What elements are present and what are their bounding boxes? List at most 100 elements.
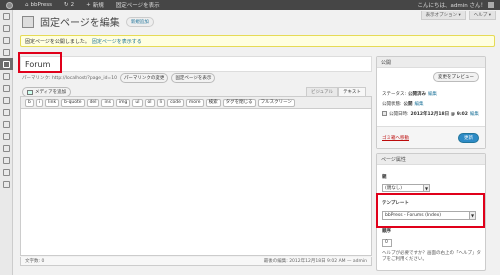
updates-icon: ↻ (63, 2, 69, 8)
add-media-icon (27, 89, 33, 95)
menu-appearance[interactable] (0, 118, 13, 130)
menu-pages[interactable] (0, 58, 13, 70)
screen-meta-links: 表示オプション ▾ ヘルプ ▾ (420, 11, 496, 20)
status-value: 公開済み (408, 92, 427, 97)
menu-settings[interactable] (0, 166, 13, 178)
page-title: 固定ページを編集 (40, 18, 120, 29)
menu-comments[interactable] (0, 70, 13, 82)
visibility-edit-link[interactable]: 編集 (415, 101, 424, 107)
permalink-view-button[interactable]: 固定ページを表示 (171, 73, 216, 83)
help-button[interactable]: ヘルプ ▾ (468, 11, 496, 20)
dashboard-icon (3, 12, 10, 20)
notice-text: 固定ページを公開しました。 (25, 38, 90, 45)
menu-plugins[interactable] (0, 130, 13, 142)
publish-box-heading[interactable]: 公開 (377, 57, 485, 68)
plugins-icon (3, 132, 10, 140)
date-row: 公開日時: 2012年12月18日 @ 9:02 編集 (382, 111, 479, 117)
content-editor[interactable]: b i link b-quote del ins img ul ol li code more 検索 タグ… (20, 96, 372, 256)
links-icon (3, 48, 10, 56)
editor-status-bar: 文字数: 0 最後の編集: 2012年12月18日 9:02 AM — admi… (20, 257, 372, 266)
last-edited: 最後の編集: 2012年12月18日 9:02 AM — admin (263, 259, 367, 264)
quicktag-button[interactable]: フルスクリーン (257, 98, 295, 107)
title-input[interactable]: Forum (20, 56, 372, 72)
quicktag-button[interactable]: ins (101, 98, 114, 107)
quicktag-button[interactable]: i (35, 98, 44, 107)
menu-dashboard[interactable] (0, 10, 13, 22)
notice-view-link[interactable]: 固定ページを表示する (92, 38, 142, 45)
visibility-value: 公開 (403, 102, 413, 107)
quicktag-button[interactable]: link (45, 98, 60, 107)
word-count: 文字数: 0 (25, 259, 45, 264)
date-edit-link[interactable]: 編集 (470, 111, 479, 117)
menu-tools[interactable] (0, 154, 13, 166)
quicktag-button[interactable]: b-quote (61, 98, 85, 107)
parent-label: 親 (382, 175, 387, 180)
status-row: ステータス: 公開済み 編集 (382, 91, 437, 97)
menu-media[interactable] (0, 34, 13, 46)
menu-forums[interactable] (0, 82, 13, 94)
preview-changes-button[interactable]: 変更をプレビュー (433, 72, 479, 82)
quicktag-button[interactable]: more (185, 98, 204, 107)
admin-sidebar (0, 10, 13, 275)
wp-logo-menu[interactable] (0, 0, 19, 10)
permalink-row: パーマリンク: http://localhost/?page_id=10 パーマ… (22, 73, 216, 83)
parent-select[interactable]: (親なし) ▼ (382, 184, 430, 192)
publish-box: 公開 変更をプレビュー ステータス: 公開済み 編集 公開状態: 公開 編集 公… (376, 56, 486, 149)
menu-replies[interactable] (0, 106, 13, 118)
pages-icon (3, 60, 10, 68)
update-button[interactable]: 更新 (458, 133, 479, 143)
status-edit-link[interactable]: 編集 (428, 91, 437, 97)
greeting: こんにちは、admin さん！ (417, 3, 486, 9)
new-content-menu[interactable]: + 新規 (80, 0, 110, 10)
quicktag-button[interactable]: ul (132, 98, 143, 107)
parent-select-value: (親なし) (385, 186, 403, 191)
quicktag-button[interactable]: li (156, 98, 166, 107)
menu-posts[interactable] (0, 22, 13, 34)
move-to-trash-link[interactable]: ゴミ箱へ移動 (382, 135, 409, 141)
tools-icon (3, 156, 10, 164)
plus-icon: + (86, 2, 91, 8)
users-icon (3, 144, 10, 152)
add-media-label: メディアを追加 (35, 90, 67, 95)
view-page-link[interactable]: 固定ページを表示 (110, 0, 166, 10)
quicktag-button[interactable]: タグを閉じる (222, 98, 256, 107)
posts-icon (3, 24, 10, 32)
quicktag-button[interactable]: del (86, 98, 100, 107)
page-heading: 固定ページを編集 新規追加 (22, 14, 154, 29)
page-attributes-heading[interactable]: ページ属性 (377, 154, 485, 165)
permalink-edit-button[interactable]: パーマリンクの変更 (119, 73, 169, 83)
comments-link[interactable]: ↻ 2 (58, 0, 80, 10)
template-label: テンプレート (382, 201, 409, 206)
menu-topics[interactable] (0, 94, 13, 106)
template-select[interactable]: bbPress - Forums (Index) ▼ (382, 211, 476, 220)
admin-bar: ⌂ bbPress ↻ 2 + 新規 固定ページを表示 こんにちは、admin … (0, 0, 500, 10)
comments-count: 2 (70, 2, 75, 8)
attributes-help-text: ヘルプが必要ですか？画面の右上の「ヘルプ」タブをご利用ください。 (382, 251, 481, 262)
site-name-link[interactable]: ⌂ bbPress (19, 0, 58, 10)
quicktag-button[interactable]: code (167, 98, 184, 107)
screen-options-button[interactable]: 表示オプション ▾ (420, 11, 466, 20)
quicktag-button[interactable]: b (25, 98, 34, 107)
my-account-menu[interactable]: こんにちは、admin さん！ (412, 0, 500, 10)
menu-collapse[interactable] (0, 178, 13, 190)
date-value: 2012年12月18日 @ 9:02 (410, 112, 468, 117)
quicktag-button[interactable]: 検索 (205, 98, 221, 107)
menu-links[interactable] (0, 46, 13, 58)
quicktag-button[interactable]: ol (144, 98, 155, 107)
media-icon (3, 36, 10, 44)
add-new-button[interactable]: 新規追加 (125, 16, 154, 27)
new-content-label: 新規 (92, 3, 104, 9)
menu-users[interactable] (0, 142, 13, 154)
calendar-icon (382, 111, 387, 116)
quicktag-button[interactable]: img (115, 98, 131, 107)
order-label: 順序 (382, 229, 391, 234)
order-input[interactable]: 0 (382, 239, 392, 247)
permalink-text: パーマリンク: http://localhost/?page_id=10 (22, 76, 117, 81)
pages-heading-icon (22, 15, 34, 28)
home-icon: ⌂ (25, 2, 29, 8)
visibility-row: 公開状態: 公開 編集 (382, 101, 424, 107)
site-name: bbPress (30, 2, 52, 8)
template-select-value: bbPress - Forums (Index) (385, 213, 441, 218)
status-label: ステータス: (382, 92, 407, 97)
topics-icon (3, 96, 10, 104)
